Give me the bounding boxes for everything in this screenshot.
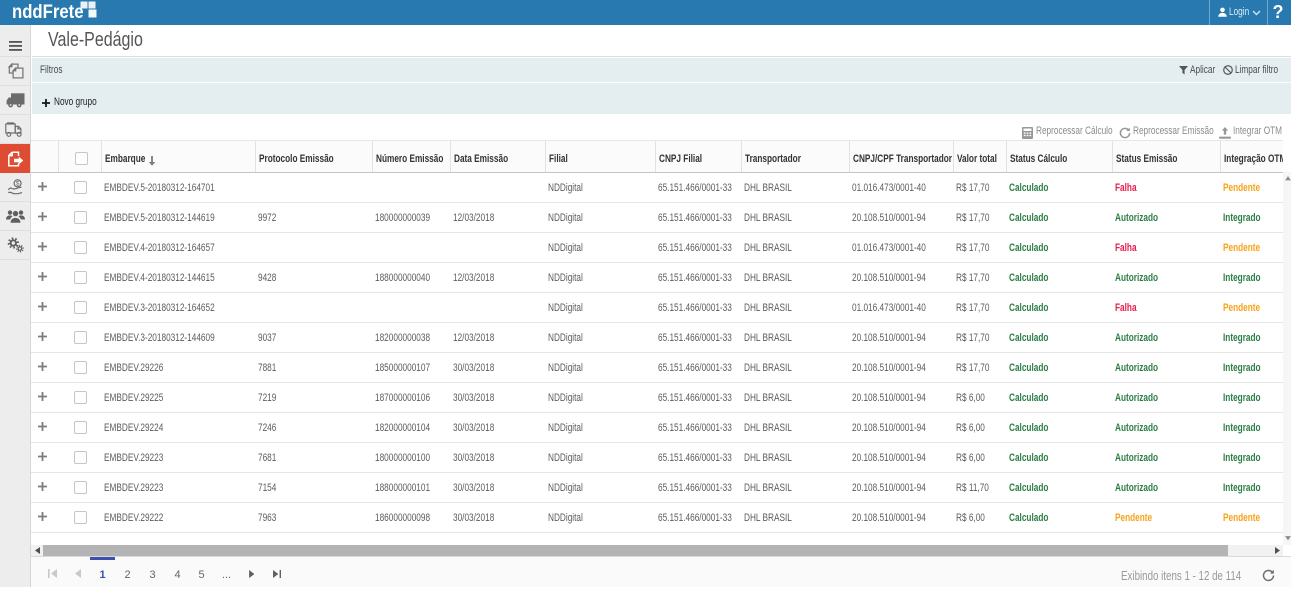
- svg-text:$: $: [15, 181, 19, 188]
